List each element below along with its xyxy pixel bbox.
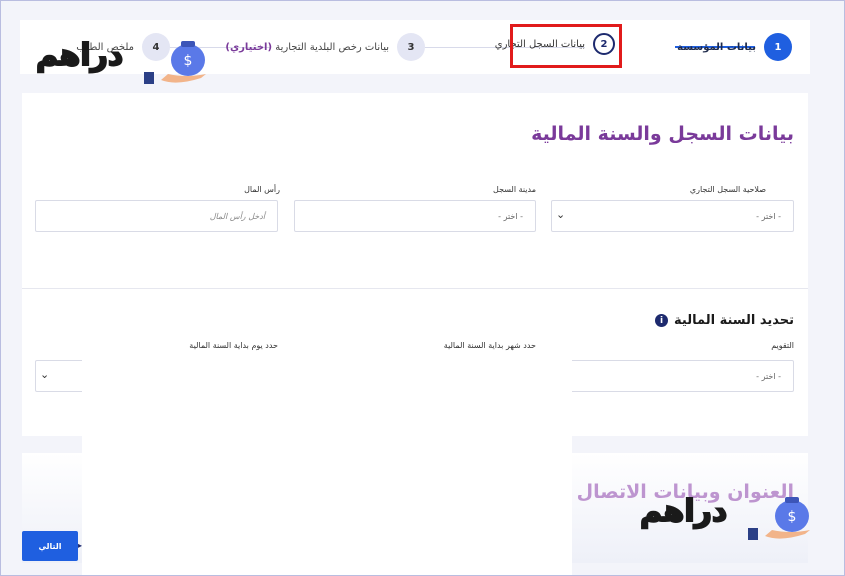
next-button[interactable]: التالي (22, 531, 78, 561)
step-label: بيانات رخص البلدية التجارية (اختياري) (225, 42, 389, 53)
chevron-down-icon: ⌄ (556, 208, 566, 221)
watermark-logo: $ دراهم (35, 34, 211, 86)
capital-input[interactable]: أدخل رأس المال (35, 200, 278, 232)
capital-label: رأس المال (244, 185, 280, 194)
section-divider (22, 288, 808, 289)
step-highlight-box (510, 24, 622, 68)
optional-tag: (اختياري) (225, 41, 273, 53)
arrow-right-icon: ▸ (78, 541, 83, 550)
step-label-text: بيانات رخص البلدية التجارية (275, 41, 389, 53)
select-value: - اختر - (756, 212, 781, 221)
section-title: بيانات السجل والسنة المالية (531, 123, 794, 145)
step-label: بيانات المؤسسة (677, 41, 756, 53)
svg-text:$: $ (788, 509, 797, 525)
svg-text:$: $ (184, 53, 193, 69)
watermark-text: دراهم (639, 493, 729, 530)
step-company-info[interactable]: 1 بيانات المؤسسة (677, 33, 792, 61)
input-placeholder: أدخل رأس المال (209, 212, 265, 221)
watermark-logo: $ دراهم (639, 490, 815, 542)
fiscal-year-title: تحديد السنة المالية i (655, 313, 794, 328)
registry-city-select[interactable]: - اختر - (294, 200, 536, 232)
info-icon[interactable]: i (655, 314, 669, 327)
calendar-select[interactable]: - اختر - (551, 360, 794, 392)
step-number: 3 (397, 33, 425, 61)
registry-city-label: مدينة السجل (493, 185, 536, 194)
fiscal-year-title-text: تحديد السنة المالية (674, 313, 794, 328)
registry-validity-label: صلاحية السجل التجاري (689, 185, 766, 194)
chevron-down-icon: ⌄ (40, 368, 50, 381)
step-number: 1 (764, 33, 792, 61)
select-value: - اختر - (756, 372, 781, 381)
select-value: - اختر - (498, 212, 523, 221)
step-municipal-licenses[interactable]: 3 بيانات رخص البلدية التجارية (اختياري) (225, 33, 425, 61)
fiscal-start-month-label: حدد شهر بداية السنة المالية (443, 341, 536, 350)
fiscal-start-day-label: حدد يوم بداية السنة المالية (189, 341, 278, 350)
registry-validity-select[interactable]: - اختر - ⌄ (551, 200, 794, 232)
watermark-text: دراهم (35, 37, 125, 74)
blank-overlay (82, 358, 572, 576)
calendar-label: التقويم (771, 341, 794, 350)
